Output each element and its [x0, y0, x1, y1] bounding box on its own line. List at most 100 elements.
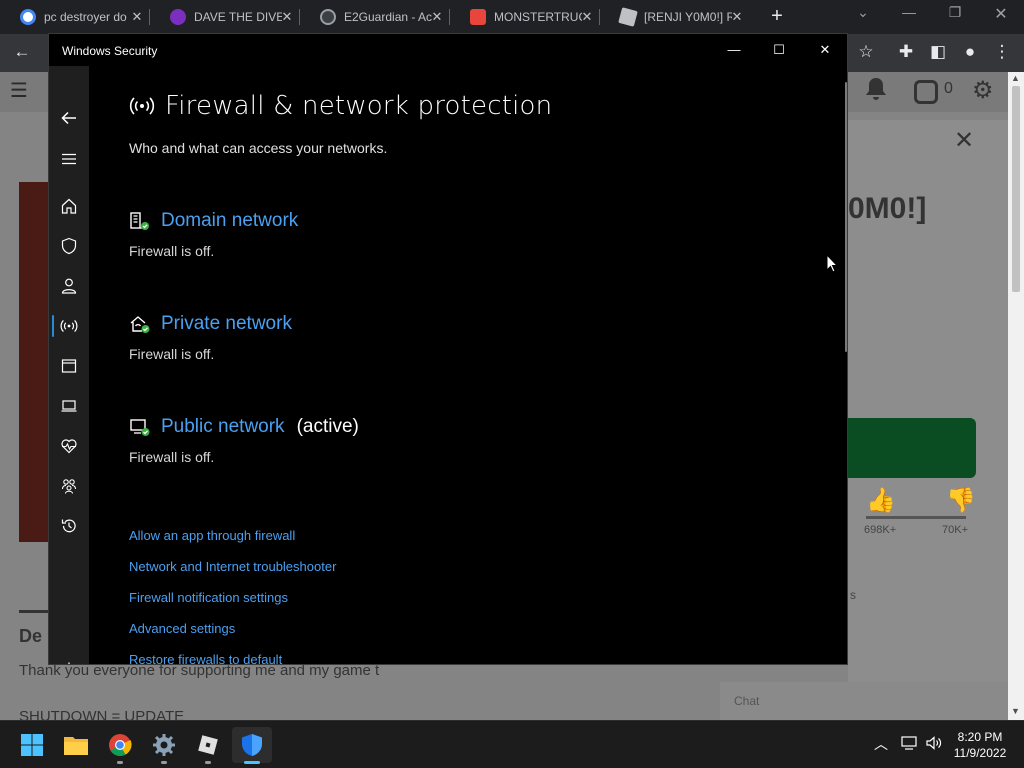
downvote-count: 70K+: [942, 524, 968, 536]
thumbs-up-icon[interactable]: 👍: [866, 486, 896, 515]
chat-label: Chat: [734, 694, 760, 708]
maximize-button[interactable]: ☐: [764, 39, 794, 61]
show-hidden-icons-chevron-icon[interactable]: ︿: [874, 734, 888, 754]
tab-search-icon[interactable]: ⌄: [848, 4, 878, 21]
app-browser-icon[interactable]: [57, 354, 81, 378]
advanced-settings-link[interactable]: Advanced settings: [129, 621, 235, 636]
vote-bar: [866, 516, 966, 519]
content-scrollbar[interactable]: [845, 82, 847, 352]
new-tab-button[interactable]: +: [766, 5, 788, 28]
game-favicon-icon: [170, 9, 186, 25]
panel-close-icon[interactable]: ✕: [954, 126, 974, 155]
home-icon[interactable]: [57, 194, 81, 218]
chrome-button[interactable]: [100, 727, 140, 763]
active-network-label: (active): [296, 416, 359, 437]
account-icon[interactable]: [57, 274, 81, 298]
notification-bell-icon[interactable]: [864, 76, 888, 102]
history-icon[interactable]: [57, 514, 81, 538]
public-network-icon: [130, 419, 150, 436]
notification-settings-link[interactable]: Firewall notification settings: [129, 590, 288, 605]
troubleshooter-link[interactable]: Network and Internet troubleshooter: [129, 559, 336, 574]
wifi-icon: [129, 97, 155, 115]
tab-close-icon[interactable]: ✕: [580, 9, 594, 25]
profile-icon[interactable]: ●: [958, 42, 982, 62]
scroll-up-icon[interactable]: ▲: [1011, 73, 1020, 83]
file-explorer-button[interactable]: [56, 727, 96, 763]
roblox-button[interactable]: [188, 727, 228, 763]
volume-icon[interactable]: [925, 734, 943, 752]
private-network-link[interactable]: Private network: [161, 313, 292, 335]
play-button[interactable]: [848, 418, 976, 478]
tab-label: MONSTERTRUC: [494, 10, 582, 24]
browser-restore-button[interactable]: ❐: [940, 4, 970, 21]
browser-tab[interactable]: E2Guardian - Ac ✕: [300, 0, 450, 34]
taskbar: [0, 720, 1024, 768]
browser-back-icon[interactable]: ←: [10, 42, 34, 62]
side-panel-icon[interactable]: ◧: [926, 42, 950, 62]
description-line-2: SHUTDOWN = UPDATE: [19, 708, 185, 720]
wifi-icon[interactable]: [57, 314, 81, 338]
site-settings-icon[interactable]: ⚙: [972, 76, 994, 105]
browser-tab-strip: pc destroyer do ✕ DAVE THE DIVE ✕ E2Guar…: [0, 0, 1024, 34]
windows-logo-icon: [21, 734, 43, 756]
tab-close-icon[interactable]: ✕: [280, 9, 294, 25]
thumbs-down-icon[interactable]: 👎: [946, 486, 976, 515]
settings-icon[interactable]: [57, 658, 81, 664]
robux-count: 0: [944, 80, 953, 97]
browser-close-button[interactable]: ✕: [986, 4, 1016, 24]
tab-label: pc destroyer do: [44, 10, 127, 24]
page-subtitle: Who and what can access your networks.: [129, 140, 388, 156]
bookmark-star-icon[interactable]: ☆: [854, 42, 878, 62]
shield-icon[interactable]: [57, 234, 81, 258]
game-title-fragment: 0M0!]: [848, 192, 927, 225]
globe-favicon-icon: [320, 9, 336, 25]
page-scrollbar[interactable]: ▲ ▼: [1008, 72, 1024, 720]
chat-bar[interactable]: Chat: [720, 682, 1008, 720]
robux-icon[interactable]: [914, 80, 938, 104]
browser-tab[interactable]: DAVE THE DIVE ✕: [150, 0, 300, 34]
tab-close-icon[interactable]: ✕: [430, 9, 444, 25]
domain-network-icon: [130, 212, 149, 230]
game-favicon-icon: [470, 9, 486, 25]
minimize-button[interactable]: —: [719, 39, 749, 61]
windows-security-button[interactable]: [232, 727, 272, 763]
network-icon[interactable]: [900, 734, 918, 752]
scroll-thumb[interactable]: [1012, 86, 1020, 292]
extensions-icon[interactable]: ✚: [894, 42, 918, 62]
tab-close-icon[interactable]: ✕: [130, 9, 144, 25]
google-favicon-icon: [20, 9, 36, 25]
folder-icon: [64, 737, 88, 755]
game-thumbnail: [19, 182, 49, 542]
start-button[interactable]: [12, 727, 52, 763]
upvote-count: 698K+: [864, 524, 897, 536]
browser-tab[interactable]: pc destroyer do ✕: [0, 0, 150, 34]
description-underline: [19, 610, 49, 613]
public-network-link[interactable]: Public network: [161, 416, 285, 438]
close-button[interactable]: ✕: [810, 39, 840, 61]
tab-label: [RENJI Y0M0!] R: [644, 10, 732, 24]
browser-minimize-button[interactable]: —: [894, 4, 924, 20]
scroll-down-icon[interactable]: ▼: [1011, 706, 1020, 716]
public-network-status: Firewall is off.: [129, 449, 215, 465]
restore-defaults-link[interactable]: Restore firewalls to default: [129, 652, 282, 664]
clock-time[interactable]: 8:20 PM: [950, 730, 1010, 744]
device-icon[interactable]: [57, 394, 81, 418]
navigation-sidebar: [49, 66, 89, 664]
description-heading: De: [19, 626, 43, 646]
private-network-status: Firewall is off.: [129, 346, 215, 362]
browser-menu-icon[interactable]: ⋮: [990, 42, 1014, 62]
family-icon[interactable]: [57, 474, 81, 498]
back-icon[interactable]: [57, 106, 81, 130]
tab-close-icon[interactable]: ✕: [730, 9, 744, 25]
domain-network-status: Firewall is off.: [129, 243, 215, 259]
allow-app-link[interactable]: Allow an app through firewall: [129, 528, 295, 543]
site-menu-icon[interactable]: ☰: [10, 78, 28, 103]
clock-date[interactable]: 11/9/2022: [950, 746, 1010, 760]
public-network-section: Public network (active) Firewall is off.: [129, 414, 359, 465]
settings-app-button[interactable]: [144, 727, 184, 763]
heart-icon[interactable]: [57, 434, 81, 458]
menu-icon[interactable]: [57, 147, 81, 171]
domain-network-link[interactable]: Domain network: [161, 210, 298, 232]
browser-tab[interactable]: [RENJI Y0M0!] R ✕: [600, 0, 750, 34]
browser-tab[interactable]: MONSTERTRUC ✕: [450, 0, 600, 34]
